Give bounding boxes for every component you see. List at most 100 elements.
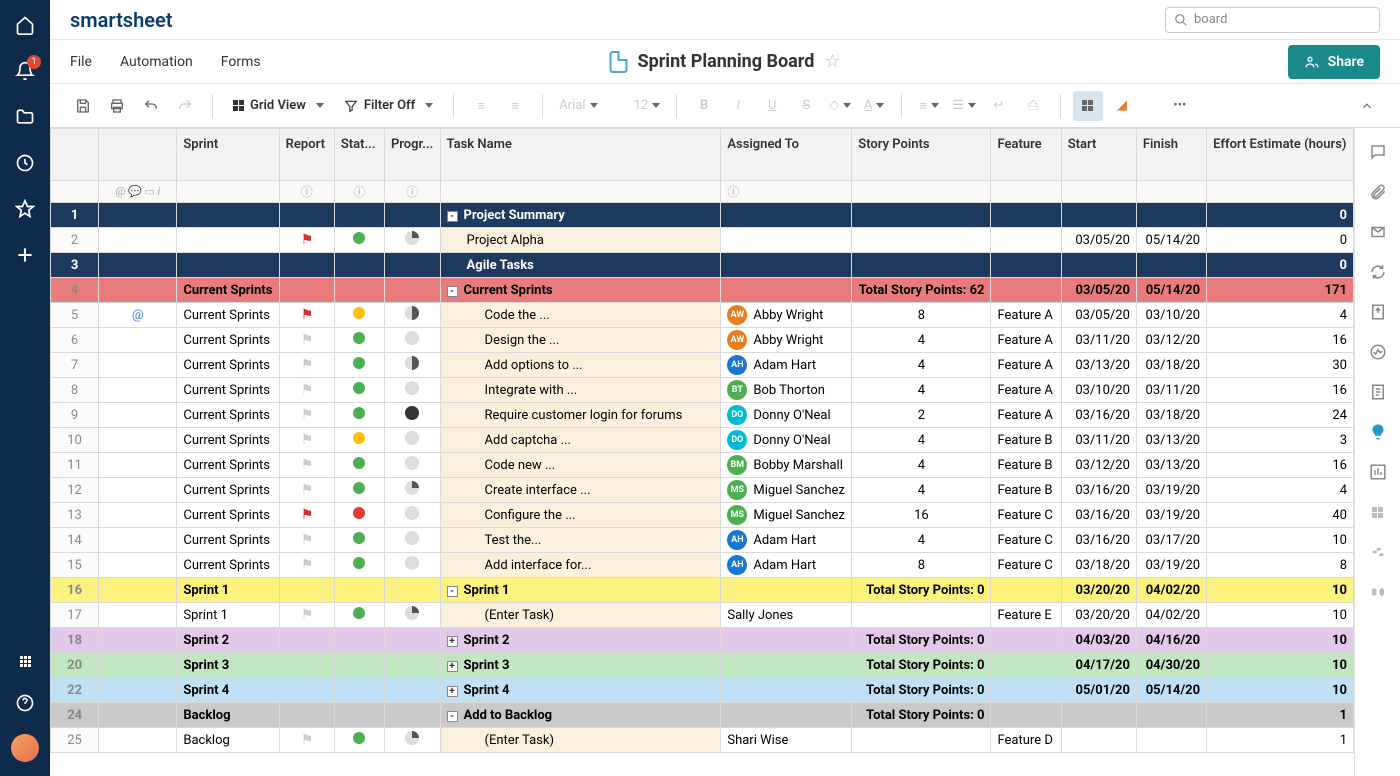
- table-row[interactable]: 16Sprint 1-Sprint 1Total Story Points: 0…: [51, 578, 1354, 603]
- fill-icon[interactable]: ◇: [825, 91, 855, 121]
- save-icon[interactable]: [68, 91, 98, 121]
- table-row[interactable]: 3Agile Tasks0: [51, 253, 1354, 278]
- table-row[interactable]: 17Sprint 1(Enter Task)Sally JonesFeature…: [51, 603, 1354, 628]
- bold-icon[interactable]: B: [689, 91, 719, 121]
- col-sprint[interactable]: Sprint: [177, 129, 279, 181]
- table-row[interactable]: 8Current SprintsIntegrate with ...BTBob …: [51, 378, 1354, 403]
- table-row[interactable]: 11Current SprintsCode new ...BMBobby Mar…: [51, 453, 1354, 478]
- menubar: File Automation Forms Sprint Planning Bo…: [50, 40, 1400, 84]
- font-select[interactable]: Arial: [555, 91, 601, 121]
- italic-icon[interactable]: I: [723, 91, 753, 121]
- align-top-icon[interactable]: ☰: [948, 91, 980, 121]
- apps-icon[interactable]: [14, 650, 36, 672]
- view-switcher[interactable]: Grid View: [225, 91, 332, 121]
- menu-file[interactable]: File: [70, 54, 92, 70]
- expand-icon[interactable]: +: [447, 686, 458, 697]
- favorite-star-icon[interactable]: ☆: [824, 51, 840, 72]
- summary-icon[interactable]: [1368, 382, 1388, 402]
- add-icon[interactable]: [14, 244, 36, 266]
- logo: smartsheet: [70, 8, 173, 32]
- table-row[interactable]: 24Backlog-Add to BacklogTotal Story Poin…: [51, 703, 1354, 728]
- redo-icon[interactable]: [170, 91, 200, 121]
- expand-icon[interactable]: -: [447, 711, 458, 722]
- highlight-icon[interactable]: ◢: [1107, 91, 1137, 121]
- table-row[interactable]: 15Current SprintsAdd interface for...AHA…: [51, 553, 1354, 578]
- share-button[interactable]: Share: [1288, 45, 1380, 79]
- flag-icon: [301, 357, 313, 371]
- folder-icon[interactable]: [14, 106, 36, 128]
- table-row[interactable]: 12Current SprintsCreate interface ...MSM…: [51, 478, 1354, 503]
- format-icon[interactable]: ⎙: [1018, 91, 1048, 121]
- textcolor-icon[interactable]: A: [859, 91, 889, 121]
- menu-forms[interactable]: Forms: [221, 54, 261, 70]
- attachments-icon[interactable]: [1368, 182, 1388, 202]
- tips-icon[interactable]: [1368, 422, 1388, 442]
- activity-icon[interactable]: [1368, 342, 1388, 362]
- table-row[interactable]: 25Backlog(Enter Task)Shari WiseFeature D…: [51, 728, 1354, 753]
- table-row[interactable]: 6Current SprintsDesign the ...AWAbby Wri…: [51, 328, 1354, 353]
- col-report[interactable]: Report: [279, 129, 334, 181]
- table-row[interactable]: 7Current SprintsAdd options to ...AHAdam…: [51, 353, 1354, 378]
- undo-icon[interactable]: [136, 91, 166, 121]
- progress-pie: [405, 331, 419, 345]
- table-row[interactable]: 4Current Sprints-Current SprintsTotal St…: [51, 278, 1354, 303]
- filter-button[interactable]: Filter Off: [336, 91, 441, 121]
- update-requests-icon[interactable]: [1368, 262, 1388, 282]
- toggle-grid-icon[interactable]: [1073, 91, 1103, 121]
- outdent-icon[interactable]: ≡: [466, 91, 496, 121]
- notifications-icon[interactable]: 1: [14, 60, 36, 82]
- comments-icon[interactable]: [1368, 142, 1388, 162]
- print-icon[interactable]: [102, 91, 132, 121]
- expand-icon[interactable]: -: [447, 586, 458, 597]
- expand-icon[interactable]: -: [447, 211, 458, 222]
- expand-icon[interactable]: -: [447, 286, 458, 297]
- table-row[interactable]: 20Sprint 3+Sprint 3Total Story Points: 0…: [51, 653, 1354, 678]
- home-icon[interactable]: [14, 14, 36, 36]
- status-dot: [353, 407, 365, 419]
- table-row[interactable]: 2Project Alpha03/05/2005/14/200: [51, 228, 1354, 253]
- chart-icon[interactable]: [1368, 462, 1388, 482]
- menu-automation[interactable]: Automation: [120, 54, 193, 70]
- status-dot: [353, 507, 365, 519]
- col-status[interactable]: Stat...: [334, 129, 384, 181]
- wrap-icon[interactable]: ↵: [984, 91, 1014, 121]
- col-effort[interactable]: Effort Estimate (hours): [1207, 129, 1354, 181]
- table-row[interactable]: 10Current SprintsAdd captcha ...DODonny …: [51, 428, 1354, 453]
- table-row[interactable]: 9Current SprintsRequire customer login f…: [51, 403, 1354, 428]
- indent-icon[interactable]: ≡: [500, 91, 530, 121]
- table-row[interactable]: 14Current SprintsTest the...AHAdam Hart4…: [51, 528, 1354, 553]
- col-assigned[interactable]: Assigned To: [721, 129, 852, 181]
- col-feature[interactable]: Feature: [991, 129, 1061, 181]
- progress-pie: [405, 356, 419, 370]
- recents-icon[interactable]: [14, 152, 36, 174]
- user-avatar[interactable]: [11, 734, 39, 762]
- align-left-icon[interactable]: ≡: [914, 91, 944, 121]
- help-icon[interactable]: [14, 692, 36, 714]
- collapse-toolbar-icon[interactable]: [1352, 91, 1382, 121]
- favorites-icon[interactable]: [14, 198, 36, 220]
- proof-icon[interactable]: [1368, 222, 1388, 242]
- resource-icon[interactable]: [1368, 542, 1388, 562]
- table-row[interactable]: 18Sprint 2+Sprint 2Total Story Points: 0…: [51, 628, 1354, 653]
- progress-pie: [405, 731, 419, 745]
- col-points[interactable]: Story Points: [852, 129, 991, 181]
- col-finish[interactable]: Finish: [1136, 129, 1206, 181]
- table-row[interactable]: 1-Project Summary0: [51, 203, 1354, 228]
- table-row[interactable]: 13Current SprintsConfigure the ...MSMigu…: [51, 503, 1354, 528]
- col-start[interactable]: Start: [1061, 129, 1136, 181]
- search-input[interactable]: board: [1165, 7, 1380, 33]
- size-select[interactable]: 12: [630, 91, 665, 121]
- col-progress[interactable]: Progr...: [384, 129, 440, 181]
- expand-icon[interactable]: +: [447, 636, 458, 647]
- publish-icon[interactable]: [1368, 302, 1388, 322]
- grid-rail-icon[interactable]: [1368, 502, 1388, 522]
- underline-icon[interactable]: U: [757, 91, 787, 121]
- table-row[interactable]: 5@Current SprintsCode the ...AWAbby Wrig…: [51, 303, 1354, 328]
- col-task[interactable]: Task Name: [440, 129, 721, 181]
- integration-icon[interactable]: [1368, 582, 1388, 602]
- expand-icon[interactable]: +: [447, 661, 458, 672]
- grid[interactable]: Sprint Report Stat... Progr... Task Name…: [50, 128, 1354, 776]
- table-row[interactable]: 22Sprint 4+Sprint 4Total Story Points: 0…: [51, 678, 1354, 703]
- strike-icon[interactable]: S: [791, 91, 821, 121]
- more-icon[interactable]: •••: [1165, 91, 1195, 121]
